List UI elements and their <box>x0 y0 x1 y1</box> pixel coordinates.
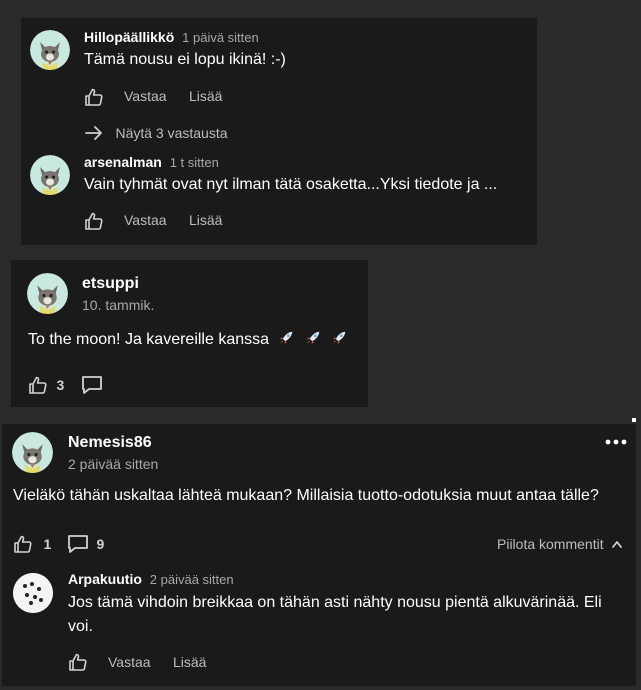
more-options-button[interactable] <box>604 436 628 448</box>
comment-author[interactable]: Hillopäällikkö <box>84 29 174 45</box>
comment-bubble-icon <box>81 375 103 395</box>
hide-comments-label: Piilota kommentit <box>497 536 604 552</box>
more-button[interactable]: Lisää <box>189 88 222 104</box>
reply-button[interactable]: Vastaa <box>124 212 167 228</box>
post-text: To the moon! Ja kavereille kanssa <box>28 331 270 348</box>
more-dots-icon <box>605 439 627 445</box>
thumbs-up-icon <box>84 87 104 107</box>
avatar[interactable] <box>13 573 53 613</box>
hide-comments-button[interactable]: Piilota kommentit <box>497 536 623 554</box>
comment-timestamp: 1 t sitten <box>169 155 219 170</box>
post-date: 10. tammik. <box>82 297 155 313</box>
reply-button[interactable]: Vastaa <box>108 654 151 670</box>
reply-button[interactable]: Vastaa <box>124 88 167 104</box>
comment-text: Vain tyhmät ovat nyt ilman tätä osaketta… <box>84 176 498 193</box>
rocket-emoji-icon <box>277 329 295 347</box>
reply-text-line: Jos tämä vihdoin breikkaa on tähän asti … <box>68 594 602 611</box>
like-button[interactable]: 1 <box>13 534 51 554</box>
dice-icon <box>13 573 53 613</box>
like-count: 3 <box>56 377 65 393</box>
post-card: Nemesis86 2 päivää sitten Vieläkö tähän … <box>2 424 636 686</box>
divider-mark <box>632 418 636 422</box>
post-author[interactable]: etsuppi <box>82 275 139 293</box>
arrow-right-icon <box>85 126 102 140</box>
rocket-emoji-icon <box>304 329 322 347</box>
show-replies-link[interactable]: Näytä 3 vastausta <box>84 124 228 142</box>
comment-count: 9 <box>96 536 105 552</box>
thread-card-replies: Hillopäällikkö 1 päivä sitten Tämä nousu… <box>21 18 537 245</box>
rocket-emoji-icon <box>330 329 348 347</box>
show-replies-label: Näytä 3 vastausta <box>115 125 228 141</box>
comment-button[interactable] <box>81 375 103 395</box>
thumbs-up-icon <box>68 652 88 672</box>
like-button[interactable] <box>68 652 88 672</box>
reply-text-line: voi. <box>68 618 93 635</box>
reply-author[interactable]: Arpakuutio <box>68 571 142 587</box>
like-button[interactable] <box>84 211 104 231</box>
like-button[interactable]: 3 <box>28 375 64 395</box>
avatar[interactable] <box>30 155 70 195</box>
avatar[interactable] <box>30 30 70 70</box>
comment-button[interactable]: 9 <box>67 534 104 554</box>
comment-timestamp: 1 päivä sitten <box>182 30 259 45</box>
thumbs-up-icon <box>13 534 33 554</box>
post-author[interactable]: Nemesis86 <box>68 434 152 452</box>
comment-text: Tämä nousu ei lopu ikinä! :-) <box>84 51 286 68</box>
thumbs-up-icon <box>84 211 104 231</box>
like-button[interactable] <box>84 87 104 107</box>
comment-author[interactable]: arsenalman <box>84 154 162 170</box>
more-button[interactable]: Lisää <box>173 654 206 670</box>
comment-bubble-icon <box>67 534 89 554</box>
post-timestamp: 2 päivää sitten <box>68 456 159 472</box>
avatar[interactable] <box>27 273 68 314</box>
avatar[interactable] <box>12 432 53 473</box>
like-count: 1 <box>43 536 52 552</box>
chevron-up-icon <box>612 541 622 548</box>
post-text: Vieläkö tähän uskaltaa lähteä mukaan? Mi… <box>13 487 599 504</box>
post-card: etsuppi 10. tammik. To the moon! Ja kave… <box>11 260 368 407</box>
reply-timestamp: 2 päivää sitten <box>149 572 234 587</box>
more-button[interactable]: Lisää <box>189 212 222 228</box>
thumbs-up-icon <box>28 375 48 395</box>
